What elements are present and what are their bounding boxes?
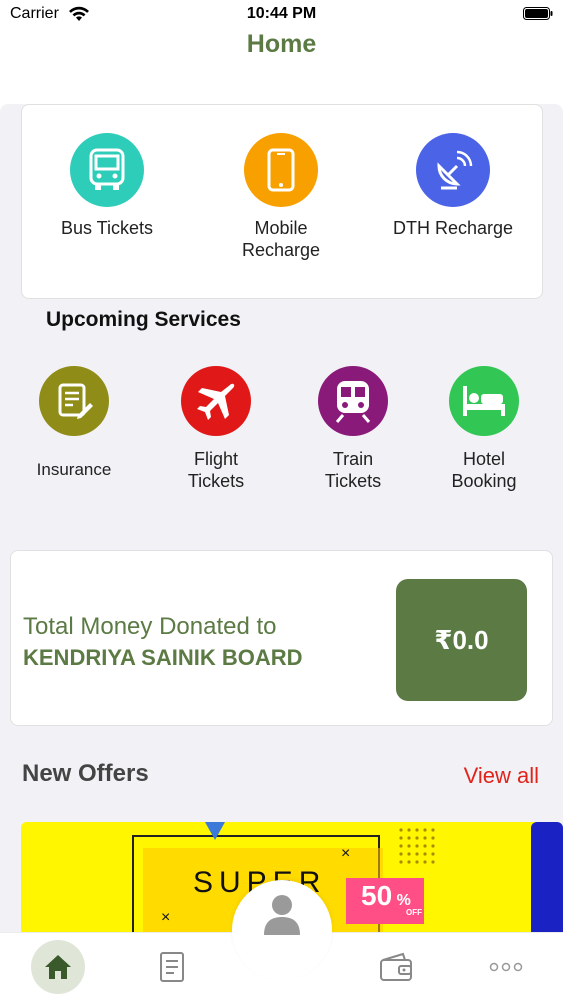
donation-amount[interactable]: ₹0.0 [396,579,527,701]
clock: 10:44 PM [246,5,317,22]
page-title: Home [246,30,317,58]
donation-card: Total Money Donated to KENDRIYA SAINIK B… [10,550,553,726]
more-icon [489,962,523,972]
view-all-link[interactable]: View all [464,763,539,789]
donation-caption: Total Money Donated to [23,613,277,640]
discount-value: 50 [361,880,393,911]
upcoming-label: Train Tickets [324,449,382,491]
service-label: Mobile Recharge [241,218,321,260]
svg-text:×: × [161,909,170,926]
service-label: Bus Tickets [60,218,154,238]
offer-banner-next[interactable] [531,822,563,932]
bed-icon [449,366,519,436]
discount-off: OFF [406,908,422,917]
discount-badge: 50 % OFF [361,880,422,917]
donation-recipient: KENDRIYA SAINIK BOARD [23,645,303,670]
tab-profile[interactable] [232,880,332,980]
insurance-button[interactable]: Insurance [4,366,144,481]
status-bar: Carrier 10:44 PM [0,0,563,30]
train-icon [318,366,388,436]
document-edit-icon [39,366,109,436]
profile-icon [264,895,300,935]
main-content: Bus Tickets Mobile Recharge DTH Recharge… [0,104,563,932]
airplane-icon [181,366,251,436]
upcoming-label: Flight Tickets [187,449,245,491]
train-tickets-button[interactable]: Train Tickets [283,366,423,492]
upcoming-label: Hotel Booking [451,449,517,491]
satellite-dish-icon [416,133,490,207]
bus-icon [70,133,144,207]
bus-tickets-button[interactable]: Bus Tickets [22,133,192,239]
battery-icon [523,7,553,20]
upcoming-services-title: Upcoming Services [46,308,241,331]
svg-text:×: × [341,845,350,862]
service-label: DTH Recharge [392,218,514,238]
tab-documents[interactable] [142,941,202,993]
tab-home[interactable] [28,940,88,994]
wallet-icon [380,952,412,981]
mobile-recharge-button[interactable]: Mobile Recharge [196,133,366,261]
tab-more[interactable] [476,941,536,993]
home-icon [31,940,85,994]
mobile-phone-icon [244,133,318,207]
upcoming-label: Insurance [36,460,112,479]
new-offers-title: New Offers [22,760,149,787]
document-icon [160,952,184,982]
flight-tickets-button[interactable]: Flight Tickets [146,366,286,492]
dth-recharge-button[interactable]: DTH Recharge [368,133,538,239]
discount-percent: % [396,892,411,909]
tab-wallet[interactable] [366,941,426,993]
hotel-booking-button[interactable]: Hotel Booking [414,366,554,492]
services-card: Bus Tickets Mobile Recharge DTH Recharge [21,104,543,299]
